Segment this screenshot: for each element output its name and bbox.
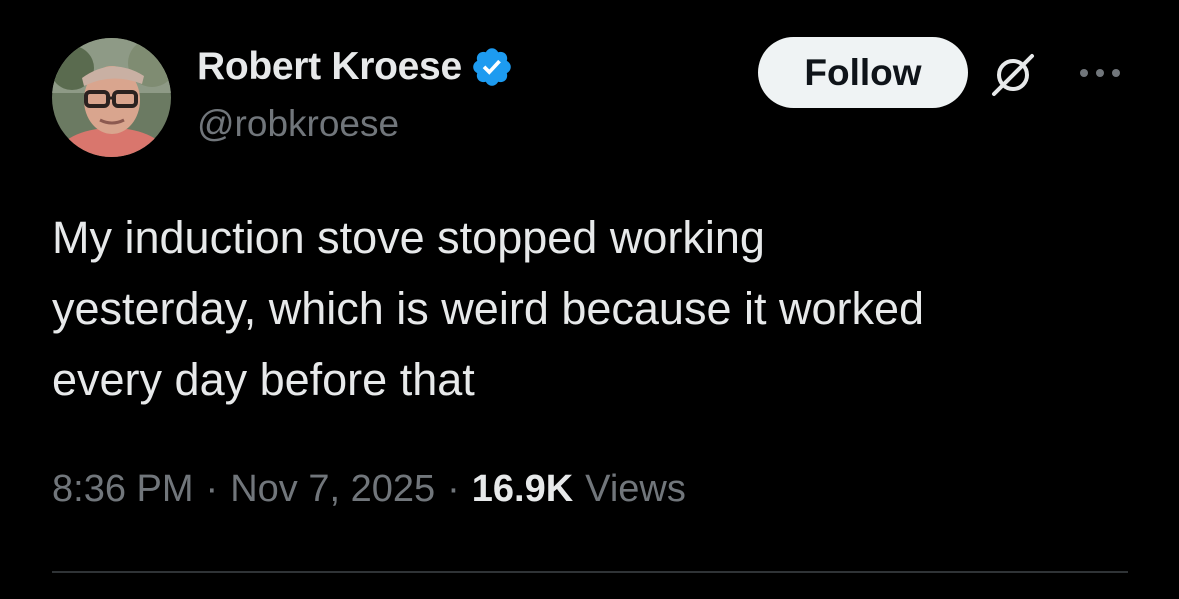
profile-photo	[52, 38, 171, 157]
tweet-text: My induction stove stopped working yeste…	[52, 212, 925, 405]
tweet-date[interactable]: Nov 7, 2025	[230, 468, 435, 511]
tweet-metadata: 8:36 PM · Nov 7, 2025 · 16.9K Views	[52, 468, 686, 511]
grok-icon[interactable]	[990, 52, 1036, 98]
divider	[52, 571, 1128, 573]
more-options-icon[interactable]	[1076, 58, 1124, 88]
author-handle[interactable]: @robkroese	[197, 103, 399, 145]
views-count[interactable]: 16.9K	[472, 468, 573, 511]
verified-badge-icon[interactable]	[470, 45, 514, 89]
tweet-time[interactable]: 8:36 PM	[52, 468, 194, 511]
separator-dot: ·	[447, 468, 460, 510]
views-label[interactable]: Views	[585, 468, 686, 511]
avatar[interactable]	[52, 38, 171, 157]
separator-dot: ·	[205, 468, 219, 510]
author-display-name[interactable]: Robert Kroese	[197, 45, 462, 89]
author-name-row[interactable]: Robert Kroese	[197, 44, 514, 90]
follow-button[interactable]: Follow	[758, 37, 968, 108]
